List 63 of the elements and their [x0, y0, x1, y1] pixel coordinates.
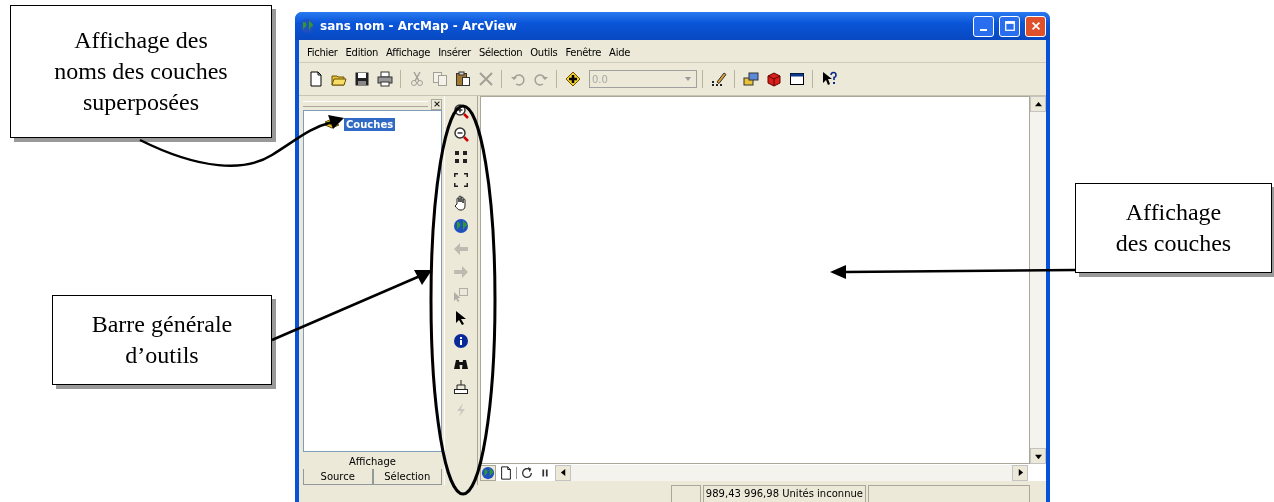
scroll-right-button[interactable]: [1012, 464, 1028, 481]
close-button[interactable]: [1025, 15, 1046, 37]
up-arrow-icon: [1034, 100, 1042, 108]
clipboard-icon: [454, 71, 471, 87]
printer-icon: [376, 71, 393, 87]
menu-item[interactable]: Sélection: [474, 46, 527, 59]
panel-close-button[interactable]: [431, 98, 442, 110]
menu-item[interactable]: Aide: [605, 46, 635, 59]
undo-icon: [509, 71, 526, 87]
menu-item[interactable]: Outils: [526, 46, 562, 59]
plus-diamond-icon: [564, 71, 581, 87]
layer-label[interactable]: Couches: [344, 117, 396, 131]
menu-item[interactable]: Edition: [341, 46, 383, 59]
globe-icon: [453, 217, 469, 234]
horizontal-scrollbar[interactable]: [555, 464, 1028, 481]
toolbar-button[interactable]: [374, 68, 395, 90]
globe-icon: [481, 464, 495, 481]
vertical-scrollbar[interactable]: [1030, 96, 1046, 464]
menu-item[interactable]: Insérer: [434, 46, 475, 59]
pointer-question-icon: [820, 71, 837, 87]
zoom-in-icon: [453, 102, 469, 119]
cross-icon: [477, 71, 494, 87]
cube-icon: [765, 71, 782, 87]
right-arrow-icon: [1016, 469, 1024, 476]
panel-tab[interactable]: Source: [303, 469, 373, 485]
window-title: sans nom - ArcMap - ArcView: [320, 19, 517, 33]
menu-item[interactable]: Affichage: [382, 46, 435, 59]
hand-icon: [453, 194, 469, 211]
drag-handle[interactable]: [303, 101, 428, 107]
refresh-icon: [520, 464, 534, 481]
minimize-button[interactable]: [973, 15, 994, 37]
maximize-icon: [1003, 20, 1016, 32]
status-panel: [670, 485, 701, 502]
scroll-up-button[interactable]: [1030, 96, 1046, 112]
coordinates-readout: 989,43 996,98 Unités inconnue: [702, 485, 866, 502]
close-icon: [1029, 20, 1042, 32]
redo-icon: [532, 71, 549, 87]
close-icon: [432, 100, 441, 108]
zoom-out-icon: [453, 125, 469, 142]
inward-squares-icon: [453, 148, 469, 165]
maximize-button[interactable]: [999, 15, 1020, 37]
panel-tab[interactable]: Sélection: [372, 469, 442, 485]
menu-item[interactable]: Fenêtre: [561, 46, 606, 59]
scissors-icon: [408, 71, 425, 87]
info-icon: [453, 332, 469, 349]
copy-icon: [431, 71, 448, 87]
minimize-icon: [980, 28, 987, 32]
menu-item[interactable]: Fichier: [303, 46, 342, 59]
page-icon: [307, 71, 324, 87]
view-button[interactable]: [480, 464, 496, 481]
down-arrow-icon: [1034, 452, 1042, 460]
window-icon: [788, 71, 805, 87]
outward-squares-icon: [453, 171, 469, 188]
select-cursor-icon: [453, 286, 469, 303]
view-button[interactable]: [498, 464, 514, 481]
toolbox-icon: [742, 71, 759, 87]
globe-icon: [299, 18, 315, 34]
scroll-left-button[interactable]: [555, 464, 571, 481]
left-arrow-icon: [559, 469, 567, 476]
right-arrow-icon: [453, 263, 469, 280]
scroll-down-button[interactable]: [1030, 448, 1046, 464]
pencil-icon: [710, 71, 727, 87]
view-button[interactable]: [519, 464, 535, 481]
